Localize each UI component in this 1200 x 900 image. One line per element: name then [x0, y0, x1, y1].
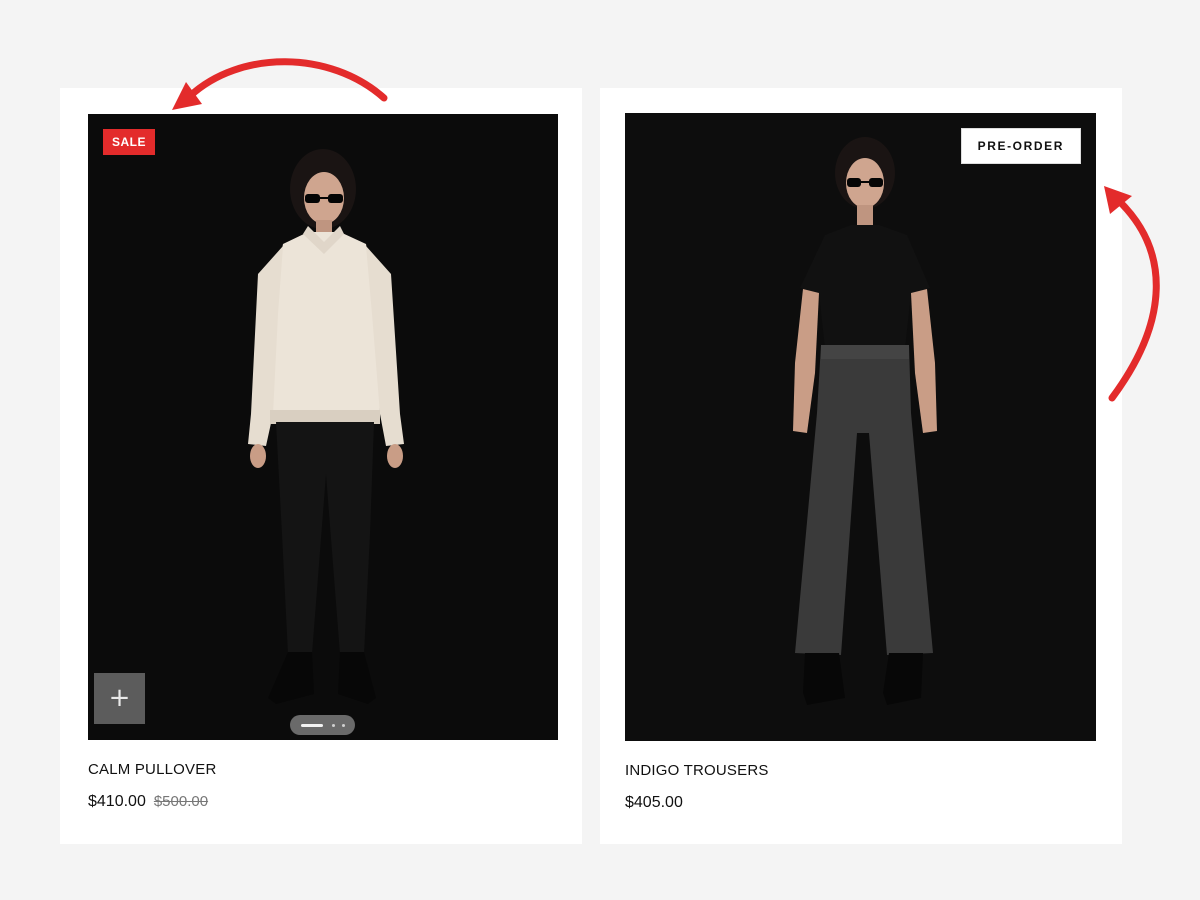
- price-row: $410.00 $500.00: [88, 793, 208, 811]
- product-title[interactable]: INDIGO TROUSERS: [625, 762, 769, 779]
- slider-dot-active[interactable]: [301, 724, 323, 727]
- product-card-indigo-trousers[interactable]: PRE-ORDER INDIGO TROUSERS $405.00: [600, 88, 1122, 844]
- price-row: $405.00: [625, 794, 683, 812]
- model-photo-pullover: [88, 114, 558, 740]
- quick-add-button[interactable]: +: [94, 673, 145, 724]
- image-slider-indicator[interactable]: [290, 715, 355, 735]
- product-card-calm-pullover[interactable]: SALE + CALM PULLOVER $410.00 $500.00: [60, 88, 582, 844]
- plus-icon: +: [108, 683, 131, 713]
- product-title[interactable]: CALM PULLOVER: [88, 761, 216, 778]
- slider-dot[interactable]: [342, 724, 345, 727]
- product-image[interactable]: PRE-ORDER: [625, 113, 1096, 741]
- sale-badge: SALE: [103, 129, 156, 155]
- pre-order-badge: PRE-ORDER: [960, 128, 1081, 164]
- slider-dot[interactable]: [332, 724, 335, 727]
- product-image[interactable]: SALE +: [88, 114, 558, 740]
- compare-at-price: $500.00: [153, 793, 209, 810]
- price: $405.00: [625, 794, 683, 811]
- model-photo-trousers: [625, 113, 1096, 741]
- sale-price: $410.00: [88, 793, 146, 810]
